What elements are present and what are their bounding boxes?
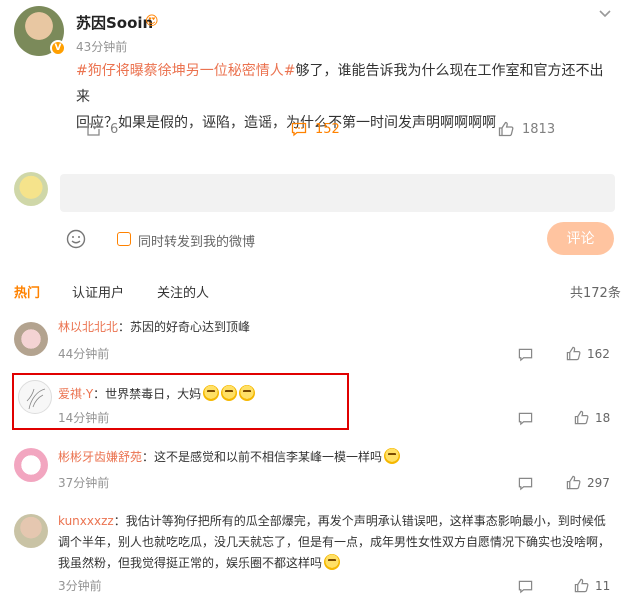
comment-like-button[interactable]: 18 xyxy=(574,410,610,425)
comment-reply-icon[interactable] xyxy=(518,579,533,598)
my-avatar[interactable] xyxy=(14,172,48,206)
smile-emoji-icon xyxy=(239,385,256,401)
comment-avatar[interactable] xyxy=(14,514,48,548)
thumbs-up-icon xyxy=(574,578,589,593)
smile-emoji-icon xyxy=(203,385,220,401)
comment-like-button[interactable]: 162 xyxy=(566,346,610,361)
comment-avatar[interactable] xyxy=(18,380,52,414)
like-count: 1813 xyxy=(522,121,556,137)
laughing-emoji-icon xyxy=(384,448,401,464)
comment-body: 爱祺·Y：世界禁毒日，大妈 xyxy=(58,384,256,405)
thumbs-up-icon xyxy=(566,475,581,490)
comment-reply-icon[interactable] xyxy=(518,347,533,366)
repost-count: 6 xyxy=(110,121,119,137)
author-name[interactable]: 苏因Sooin xyxy=(76,12,153,33)
repost-checkbox[interactable] xyxy=(117,232,131,246)
comment-body: 彬彬牙齿嫌舒苑：这不是感觉和以前不相信李某峰一模一样吗 xyxy=(58,447,401,468)
topic-tag[interactable]: #狗仔将曝蔡徐坤另一位秘密情人# xyxy=(76,63,295,79)
tab-following[interactable]: 关注的人 xyxy=(157,282,209,301)
comment-avatar[interactable] xyxy=(14,448,48,482)
submit-comment-button[interactable]: 评论 xyxy=(547,222,614,255)
thumbs-up-icon xyxy=(566,346,581,361)
like-button[interactable]: 1813 xyxy=(498,121,555,137)
repost-icon xyxy=(87,122,101,136)
comment-body: 林以北北北：苏因的好奇心达到顶峰 xyxy=(58,320,251,334)
comment-time: 44分钟前 xyxy=(58,347,110,361)
comment-avatar[interactable] xyxy=(14,322,48,356)
tab-hot[interactable]: 热门 xyxy=(14,282,40,301)
repost-checkbox-label[interactable]: 同时转发到我的微博 xyxy=(138,231,255,250)
tab-verified[interactable]: 认证用户 xyxy=(72,282,124,301)
commenter-name[interactable]: 爱祺·Y xyxy=(58,387,93,401)
commenter-name[interactable]: 彬彬牙齿嫌舒苑 xyxy=(58,450,142,464)
chevron-down-icon[interactable] xyxy=(598,6,612,20)
comment-reply-icon[interactable] xyxy=(518,411,533,430)
emoji-icon[interactable] xyxy=(66,229,86,249)
comment-time: 14分钟前 xyxy=(58,411,110,425)
comment-body: kunxxxzz：我估计等狗仔把所有的瓜全部爆完，再发个声明承认错误吧，这样事态… xyxy=(58,514,611,570)
smile-emoji-icon xyxy=(221,385,238,401)
verified-badge-icon: V xyxy=(50,40,66,56)
repost-button[interactable]: 6 xyxy=(86,121,118,137)
comment-reply-icon[interactable] xyxy=(518,476,533,495)
thumbs-up-icon xyxy=(574,410,589,425)
shush-emoji-icon xyxy=(324,554,341,570)
comment-button[interactable]: 152 xyxy=(291,121,340,137)
author-emoji: 😍 xyxy=(145,14,159,29)
comment-input[interactable] xyxy=(60,174,615,212)
thumbs-up-icon xyxy=(498,121,514,137)
comment-like-button[interactable]: 11 xyxy=(574,578,610,593)
post-time[interactable]: 43分钟前 xyxy=(76,38,127,55)
comment-icon xyxy=(291,122,307,137)
comment-count: 152 xyxy=(315,121,340,137)
comment-time: 37分钟前 xyxy=(58,476,110,490)
comment-like-button[interactable]: 297 xyxy=(566,475,610,490)
comment-total: 共172条 xyxy=(570,286,621,301)
commenter-name[interactable]: kunxxxzz xyxy=(58,514,114,528)
comment-time: 3分钟前 xyxy=(58,579,102,593)
commenter-name[interactable]: 林以北北北 xyxy=(58,320,118,334)
